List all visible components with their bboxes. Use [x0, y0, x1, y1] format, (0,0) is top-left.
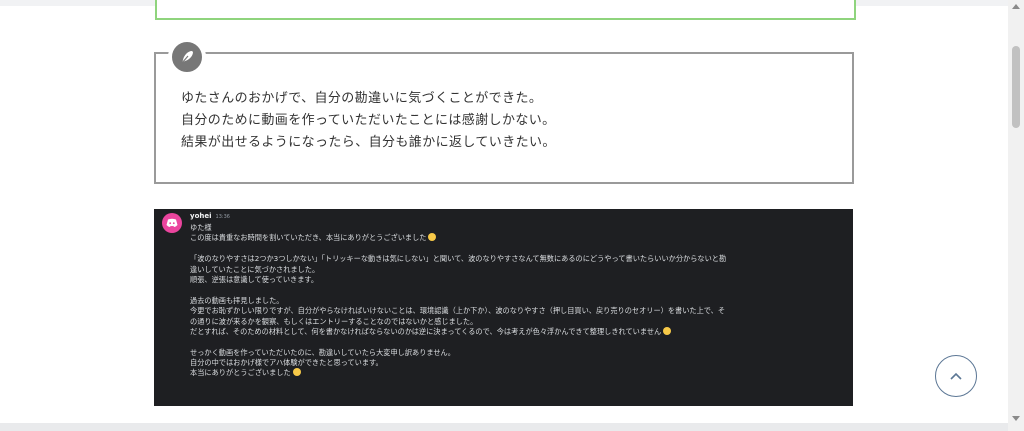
vertical-scrollbar[interactable] — [1008, 0, 1024, 431]
message-line: 違いしていたことに気づかされました。 — [190, 265, 845, 275]
message-line-text: この度は貴重なお時間を割いていただき、本当にありがとうございました — [190, 233, 427, 243]
chevron-up-icon — [950, 372, 962, 380]
memo-text: ゆたさんのおかげで、自分の勘違いに気づくことができた。 自分のために動画を作って… — [181, 88, 821, 154]
discord-logo-icon-svg — [166, 218, 178, 227]
message-line-text: 順張、逆張は意識して使っていきます。 — [190, 274, 319, 284]
message-line-text: ゆた様 — [190, 223, 212, 232]
pen-nib-icon — [168, 38, 206, 76]
page: ゆたさんのおかげで、自分の勘違いに気づくことができた。 自分のために動画を作って… — [0, 0, 1008, 431]
message-line-text: 「波のなりやすさは2つか3つしかない」「トリッキーな動きは気にしない」と聞いて、… — [190, 254, 727, 264]
message-timestamp: 13:36 — [215, 214, 230, 220]
message-line-text: 今更でお恥ずかしい限りですが、自分がやらなければいけないことは、環境認識（上か下… — [190, 306, 726, 316]
message-line: の通りに波が来るかを観察、もしくはエントリーすることなのではないかと感じました。 — [190, 317, 845, 327]
message-line-text: せっかく動画を作っていただいたのに、勘違いしていたら大変申し訳ありません。 — [190, 347, 455, 357]
scroll-down-arrow-icon[interactable] — [1012, 416, 1020, 421]
emoji-icon — [428, 233, 437, 242]
message-body: ゆた様 この度は貴重なお時間を割いていただき、本当にありがとうございました「波のな… — [190, 223, 845, 379]
message-header: yohei 13:36 — [190, 212, 230, 220]
discord-logo-icon — [162, 213, 182, 233]
message-line-text: 過去の動画も拝見しました。 — [190, 295, 284, 305]
message-line-text: だとすれば、そのための材料として、何を書かなければならないのかは逆に決まってくる… — [190, 326, 662, 336]
scrollbar-thumb[interactable] — [1012, 46, 1020, 128]
memo-line: ゆたさんのおかげで、自分の勘違いに気づくことができた。 — [181, 91, 543, 106]
message-line: せっかく動画を作っていただいたのに、勘違いしていたら大変申し訳ありません。 — [190, 348, 845, 358]
message-line: 過去の動画も拝見しました。 — [190, 296, 845, 306]
message-line-text: 違いしていたことに気づかされました。 — [190, 264, 320, 274]
scroll-up-arrow-icon[interactable] — [1012, 4, 1020, 9]
scroll-to-top-button[interactable] — [935, 355, 977, 397]
message-line: だとすれば、そのための材料として、何を書かなければならないのかは逆に決まってくる… — [190, 326, 845, 337]
message-line: 本当にありがとうございました — [190, 368, 845, 378]
memo-line: 結果が出せるようになったら、自分も誰かに返していきたい。 — [181, 135, 556, 150]
emoji-icon — [292, 368, 301, 377]
previous-section-box — [155, 0, 856, 20]
message-line-text: の通りに波が来るかを観察、もしくはエントリーすることなのではないかと感じました。 — [190, 316, 478, 326]
message-line: ゆた様 — [190, 223, 845, 233]
message-line: 「波のなりやすさは2つか3つしかない」「トリッキーな動きは気にしない」と聞いて、… — [190, 254, 845, 264]
message-line-text: 自分の中ではおかげ様でアハ体験ができたと思っています。 — [190, 358, 383, 368]
bottom-strip — [0, 423, 1008, 431]
message-line: 順張、逆張は意識して使っていきます。 — [190, 275, 845, 285]
discord-message-screenshot: yohei 13:36 ゆた様 この度は貴重なお時間を割いていただき、本当にありがと… — [154, 209, 853, 406]
message-line-text: 本当にありがとうございました — [190, 368, 291, 378]
message-line: この度は貴重なお時間を割いていただき、本当にありがとうございました — [190, 233, 845, 243]
message-line: 自分の中ではおかげ様でアハ体験ができたと思っています。 — [190, 358, 845, 368]
emoji-icon — [663, 326, 672, 335]
memo-line: 自分のために動画を作っていただいたことには感謝しかない。 — [181, 113, 556, 128]
message-line: 今更でお恥ずかしい限りですが、自分がやらなければいけないことは、環境認識（上か下… — [190, 306, 845, 316]
pen-nib-icon-svg — [181, 51, 193, 64]
username[interactable]: yohei — [190, 212, 212, 220]
